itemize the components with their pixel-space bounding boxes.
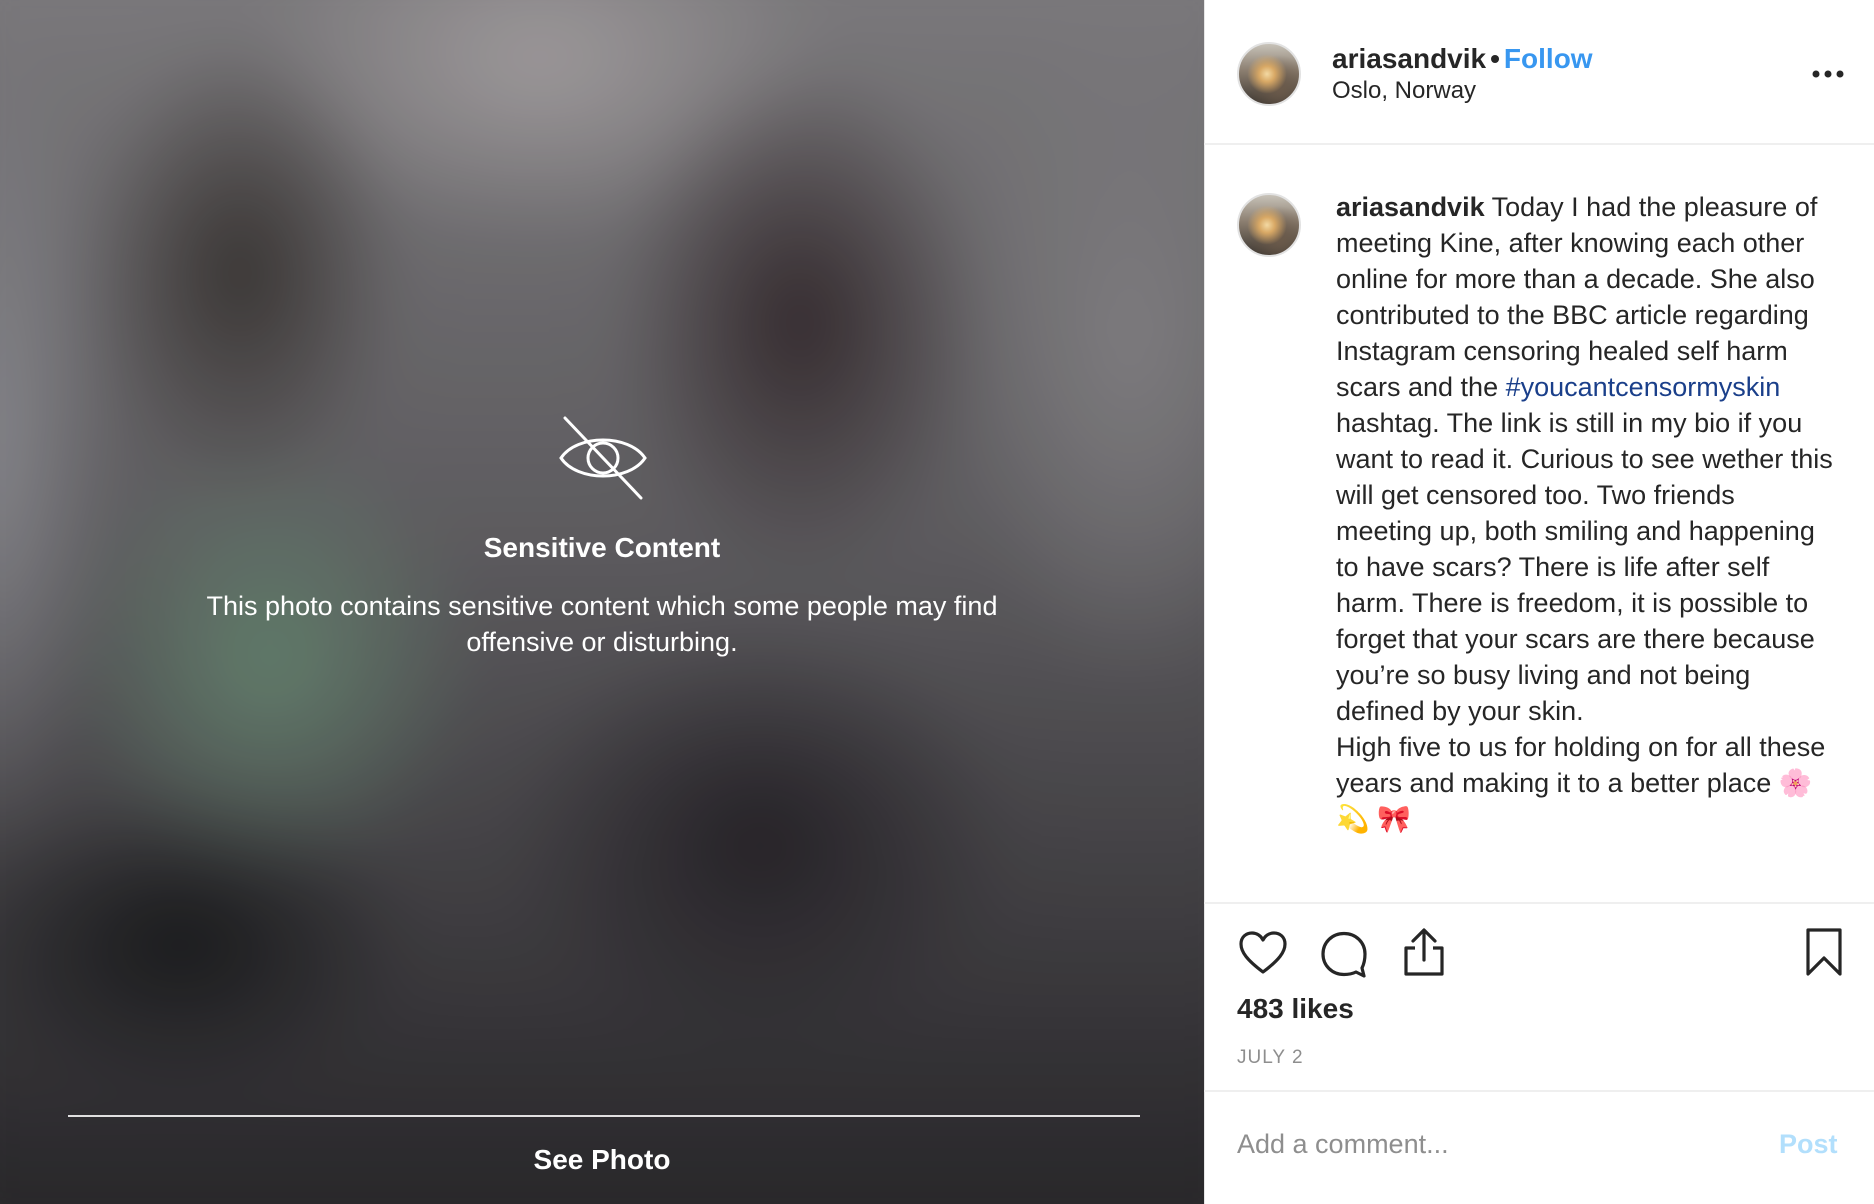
sensitive-content-title: Sensitive Content <box>483 532 721 563</box>
post-date[interactable]: JULY 2 <box>1237 1044 1304 1072</box>
bookmark-icon[interactable] <box>1798 926 1850 978</box>
see-photo-button[interactable]: See Photo <box>400 1138 804 1182</box>
divider <box>68 1115 1140 1117</box>
hashtag-link[interactable]: #youcantcensormyskin <box>1506 372 1781 402</box>
avatar[interactable] <box>1237 42 1301 106</box>
location-link[interactable]: Oslo, Norway <box>1332 74 1476 108</box>
caption-body: hashtag. The link is still in my bio if … <box>1336 408 1833 834</box>
actions-section: 483 likes JULY 2 <box>1204 902 1874 1092</box>
comment-input[interactable] <box>1237 1122 1757 1166</box>
caption-text: ariasandvik Today I had the pleasure of … <box>1336 189 1836 837</box>
eye-slash-icon <box>559 416 647 500</box>
caption-section: ariasandvik Today I had the pleasure of … <box>1204 145 1874 900</box>
caption-username-link[interactable]: ariasandvik <box>1336 192 1485 222</box>
comment-section: Post <box>1204 1090 1874 1204</box>
comment-icon[interactable] <box>1318 928 1370 980</box>
post-media: Sensitive Content This photo contains se… <box>0 0 1204 1204</box>
more-options-icon[interactable] <box>1808 56 1848 92</box>
heart-icon[interactable] <box>1237 928 1289 980</box>
likes-count[interactable]: 483 likes <box>1237 988 1354 1030</box>
username-link[interactable]: ariasandvik <box>1332 43 1486 74</box>
caption-body: Today I had the pleasure of meeting Kine… <box>1336 192 1825 402</box>
sensitive-content-description: This photo contains sensitive content wh… <box>206 591 998 657</box>
separator-dot: • <box>1490 43 1500 74</box>
avatar[interactable] <box>1237 193 1301 257</box>
post-comment-button[interactable]: Post <box>1779 1122 1838 1166</box>
sensitive-content-overlay: Sensitive Content This photo contains se… <box>0 0 1204 1204</box>
follow-button[interactable]: Follow <box>1504 43 1593 74</box>
share-icon[interactable] <box>1398 926 1450 978</box>
